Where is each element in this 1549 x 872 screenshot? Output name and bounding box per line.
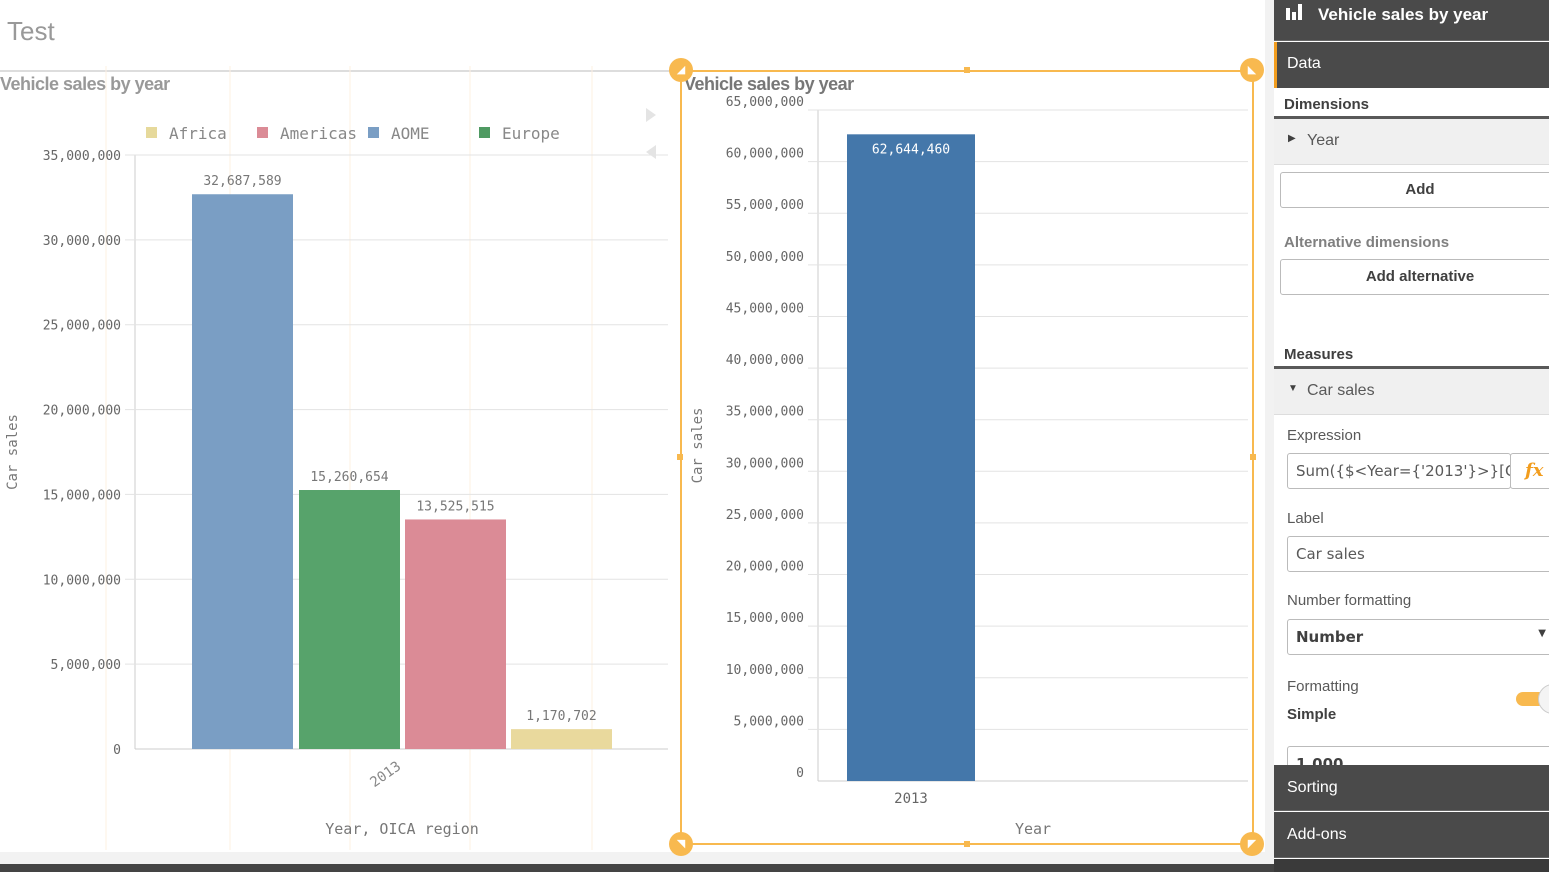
resize-handle-icon[interactable] [1250,454,1256,460]
expression-label: Expression [1287,427,1362,444]
fx-icon[interactable]: fx [1510,453,1549,489]
tab-data[interactable]: Data [1274,42,1549,88]
resize-handle-icon[interactable]: ◥ [669,832,693,856]
y-tick-label: 10,000,000 [43,573,121,588]
y-tick-label: 15,000,000 [43,488,121,503]
formatting-label: Formatting [1287,678,1359,695]
scroll-right-icon [646,108,656,122]
number-format-select[interactable]: Number ▼ [1287,619,1549,655]
scroll-left-icon [646,145,656,159]
y-tick-label: 30,000,000 [43,234,121,249]
properties-panel: Vehicle sales by year Data Dimensions ▶ Y… [1274,0,1549,872]
legend-swatch-europe [479,127,490,138]
panel-title: Vehicle sales by year [1318,5,1489,24]
dimensions-heading: Dimensions [1284,96,1370,113]
measures-heading: Measures [1284,346,1354,363]
resize-handle-icon[interactable]: ◢ [669,58,693,82]
y-tick-label: 25,000,000 [43,319,121,334]
sheet-canvas: Test Vehicle sales by year Vehicle sales… [0,0,1265,856]
section-addons[interactable]: Add-ons [1274,812,1549,858]
y-axis-title: Car sales [5,414,21,490]
data-label: 32,687,589 [203,174,281,189]
measure-item-car-sales[interactable]: ▼ Car sales [1274,369,1549,415]
formatting-mode: Simple [1287,706,1337,723]
y-tick-label: 0 [113,743,121,758]
data-label: 15,260,654 [310,470,388,485]
expression-input[interactable]: Sum({$<Year={'2013'}>}[Car sales]) [1287,453,1511,489]
number-format-value: Number [1296,628,1364,646]
resize-handle-icon[interactable]: ◣ [1240,58,1264,82]
number-formatting-label: Number formatting [1287,592,1412,609]
panel-scrollbar[interactable] [1274,859,1549,872]
bar-americas [405,519,506,749]
alt-dimensions-heading: Alternative dimensions [1284,234,1450,251]
legend-item-europe: Europe [502,124,560,143]
dimension-label: Year [1307,132,1340,149]
y-tick-label: 20,000,000 [43,404,121,419]
section-sorting[interactable]: Sorting [1274,765,1549,811]
legend-swatch-africa [146,127,157,138]
dimension-item-year[interactable]: ▶ Year [1274,119,1549,165]
formatting-toggle[interactable] [1516,684,1549,714]
resize-handle-icon[interactable] [677,454,683,460]
resize-handle-icon[interactable] [964,841,970,847]
scrollbar[interactable] [0,864,1274,872]
bar-chart-icon [1286,4,1302,20]
resize-handle-icon[interactable] [964,67,970,73]
bar-africa [511,729,612,749]
label-label: Label [1287,510,1324,527]
legend-item-americas: Americas [280,124,357,143]
x-axis-title: Year, OICA region [325,820,479,838]
left-chart[interactable]: 0 5,000,000 10,000,000 15,000,000 20,000,000… [0,0,680,852]
chevron-down-icon: ▼ [1538,628,1546,639]
y-tick-label: 5,000,000 [51,658,121,673]
y-tick-label: 35,000,000 [43,149,121,164]
x-tick-label: 2013 [367,759,404,791]
data-label: 13,525,515 [416,499,494,514]
resize-handle-icon[interactable]: ◤ [1240,832,1264,856]
caret-down-icon: ▼ [1288,383,1298,394]
data-label: 1,170,702 [526,709,596,724]
panel-header: Vehicle sales by year [1274,0,1549,41]
legend-item-aome: AOME [391,124,430,143]
legend-swatch-aome [368,127,379,138]
add-dimension-button[interactable]: Add [1280,172,1549,208]
add-alternative-button[interactable]: Add alternative [1280,259,1549,295]
selection-frame [680,70,1254,845]
legend-swatch-americas [257,127,268,138]
bar-aome [192,194,293,749]
measure-label: Car sales [1307,382,1375,399]
label-input[interactable]: Car sales [1287,536,1549,572]
bar-europe [299,490,400,749]
legend-item-africa: Africa [169,124,227,143]
caret-right-icon: ▶ [1288,133,1296,144]
